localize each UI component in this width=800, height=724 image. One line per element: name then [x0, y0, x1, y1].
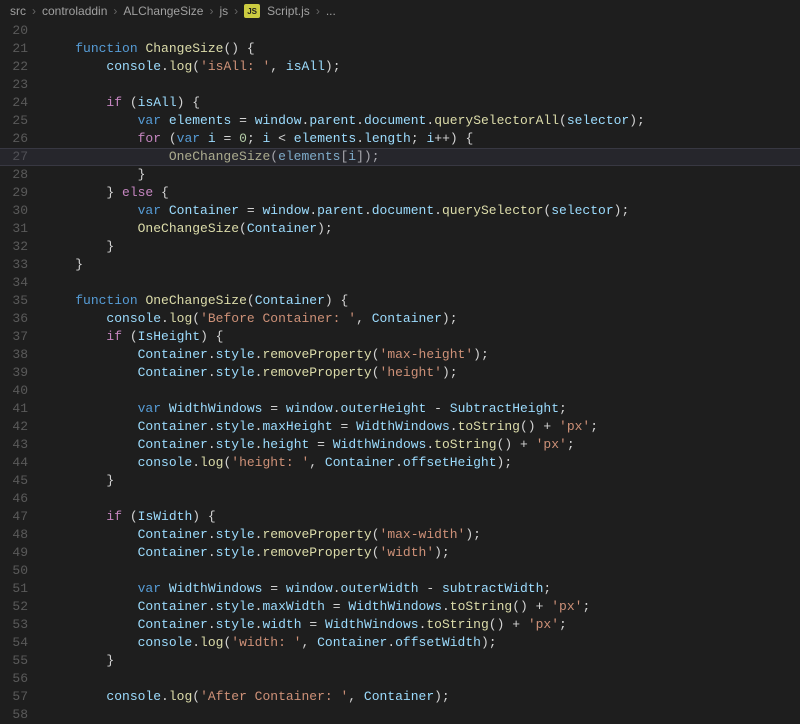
line-number: 30	[0, 202, 28, 220]
code-line[interactable]	[44, 274, 800, 292]
line-number: 33	[0, 256, 28, 274]
line-number: 38	[0, 346, 28, 364]
line-number: 48	[0, 526, 28, 544]
code-line[interactable]: }	[44, 238, 800, 256]
code-line[interactable]: console.log('After Container: ', Contain…	[44, 688, 800, 706]
line-number: 31	[0, 220, 28, 238]
line-number: 54	[0, 634, 28, 652]
code-editor[interactable]: 2021222324252627282930313233343536373839…	[0, 22, 800, 723]
code-line[interactable]: Container.style.removeProperty('height')…	[44, 364, 800, 382]
breadcrumb-part[interactable]: js	[219, 4, 228, 18]
line-number: 49	[0, 544, 28, 562]
line-number: 51	[0, 580, 28, 598]
line-number: 40	[0, 382, 28, 400]
code-line[interactable]: OneChangeSize(elements[i]);	[44, 148, 800, 166]
line-number: 37	[0, 328, 28, 346]
code-line[interactable]: }	[44, 256, 800, 274]
line-number: 27	[0, 148, 28, 166]
code-line[interactable]: if (IsHeight) {	[44, 328, 800, 346]
js-file-icon: JS	[244, 4, 260, 18]
code-line[interactable]: var WidthWindows = window.outerHeight - …	[44, 400, 800, 418]
code-line[interactable]: if (IsWidth) {	[44, 508, 800, 526]
line-number: 39	[0, 364, 28, 382]
chevron-right-icon: ›	[234, 4, 238, 18]
code-line[interactable]	[44, 382, 800, 400]
line-number: 32	[0, 238, 28, 256]
code-line[interactable]	[44, 490, 800, 508]
line-number: 43	[0, 436, 28, 454]
line-number: 29	[0, 184, 28, 202]
code-line[interactable]: for (var i = 0; i < elements.length; i++…	[44, 130, 800, 148]
code-line[interactable]	[44, 706, 800, 724]
line-number: 36	[0, 310, 28, 328]
code-line[interactable]: } else {	[44, 184, 800, 202]
code-line[interactable]: Container.style.height = WidthWindows.to…	[44, 436, 800, 454]
line-number: 44	[0, 454, 28, 472]
line-number: 56	[0, 670, 28, 688]
code-line[interactable]: }	[44, 652, 800, 670]
code-line[interactable]: function ChangeSize() {	[44, 40, 800, 58]
line-number: 53	[0, 616, 28, 634]
code-line[interactable]: Container.style.removeProperty('max-widt…	[44, 526, 800, 544]
line-number-gutter: 2021222324252627282930313233343536373839…	[0, 22, 44, 723]
line-number: 34	[0, 274, 28, 292]
code-line[interactable]	[44, 22, 800, 40]
code-line[interactable]	[44, 562, 800, 580]
breadcrumb-tail: ...	[326, 4, 336, 18]
line-number: 35	[0, 292, 28, 310]
line-number: 28	[0, 166, 28, 184]
line-number: 50	[0, 562, 28, 580]
code-line[interactable]: OneChangeSize(Container);	[44, 220, 800, 238]
code-line[interactable]	[44, 670, 800, 688]
chevron-right-icon: ›	[209, 4, 213, 18]
breadcrumb-part[interactable]: ALChangeSize	[123, 4, 203, 18]
line-number: 41	[0, 400, 28, 418]
code-line[interactable]: function OneChangeSize(Container) {	[44, 292, 800, 310]
breadcrumb[interactable]: src › controladdin › ALChangeSize › js ›…	[0, 0, 800, 22]
line-number: 25	[0, 112, 28, 130]
code-line[interactable]	[44, 76, 800, 94]
code-line[interactable]: Container.style.maxHeight = WidthWindows…	[44, 418, 800, 436]
line-number: 55	[0, 652, 28, 670]
code-line[interactable]: Container.style.removeProperty('max-heig…	[44, 346, 800, 364]
line-number: 42	[0, 418, 28, 436]
code-line[interactable]: Container.style.maxWidth = WidthWindows.…	[44, 598, 800, 616]
code-line[interactable]: console.log('height: ', Container.offset…	[44, 454, 800, 472]
code-line[interactable]: console.log('width: ', Container.offsetW…	[44, 634, 800, 652]
code-line[interactable]: if (isAll) {	[44, 94, 800, 112]
line-number: 21	[0, 40, 28, 58]
line-number: 57	[0, 688, 28, 706]
code-line[interactable]: var elements = window.parent.document.qu…	[44, 112, 800, 130]
code-line[interactable]: console.log('Before Container: ', Contai…	[44, 310, 800, 328]
chevron-right-icon: ›	[113, 4, 117, 18]
line-number: 58	[0, 706, 28, 724]
chevron-right-icon: ›	[316, 4, 320, 18]
line-number: 24	[0, 94, 28, 112]
code-line[interactable]: var WidthWindows = window.outerWidth - s…	[44, 580, 800, 598]
code-line[interactable]: var Container = window.parent.document.q…	[44, 202, 800, 220]
breadcrumb-part[interactable]: src	[10, 4, 26, 18]
code-line[interactable]: }	[44, 472, 800, 490]
chevron-right-icon: ›	[32, 4, 36, 18]
code-line[interactable]: console.log('isAll: ', isAll);	[44, 58, 800, 76]
line-number: 26	[0, 130, 28, 148]
line-number: 20	[0, 22, 28, 40]
line-number: 47	[0, 508, 28, 526]
breadcrumb-part[interactable]: controladdin	[42, 4, 107, 18]
code-line[interactable]: }	[44, 166, 800, 184]
code-area[interactable]: function ChangeSize() { console.log('isA…	[44, 22, 800, 723]
code-line[interactable]: Container.style.width = WidthWindows.toS…	[44, 616, 800, 634]
breadcrumb-filename[interactable]: Script.js	[267, 4, 310, 18]
code-line[interactable]: Container.style.removeProperty('width');	[44, 544, 800, 562]
line-number: 52	[0, 598, 28, 616]
line-number: 22	[0, 58, 28, 76]
line-number: 46	[0, 490, 28, 508]
line-number: 23	[0, 76, 28, 94]
line-number: 45	[0, 472, 28, 490]
